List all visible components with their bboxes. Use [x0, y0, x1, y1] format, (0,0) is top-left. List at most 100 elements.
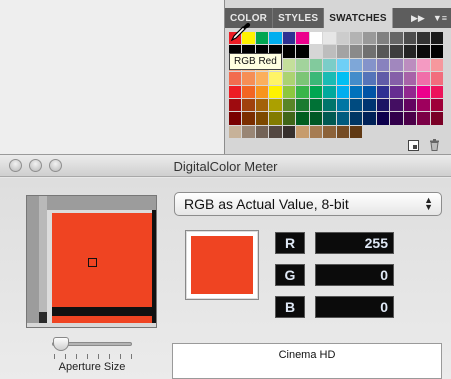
color-swatch-cell[interactable] — [430, 112, 443, 125]
color-swatch-cell[interactable] — [417, 72, 430, 85]
color-swatch-cell[interactable] — [269, 72, 282, 85]
color-swatch-cell[interactable] — [430, 98, 443, 112]
color-swatch-cell[interactable] — [390, 45, 403, 58]
color-swatch-cell[interactable] — [229, 112, 242, 125]
color-swatch-cell[interactable] — [323, 98, 336, 112]
color-swatch-cell[interactable] — [296, 98, 309, 112]
color-swatch-cell[interactable] — [282, 112, 296, 125]
color-swatch-cell[interactable] — [376, 125, 390, 138]
color-swatch-cell[interactable] — [242, 72, 255, 85]
color-swatch-cell[interactable] — [309, 98, 323, 112]
color-swatch-cell[interactable] — [417, 98, 430, 112]
color-swatch-cell[interactable] — [296, 58, 309, 72]
color-swatch-cell[interactable] — [349, 85, 363, 98]
color-swatch-cell[interactable] — [417, 45, 430, 58]
color-swatch-cell[interactable] — [296, 32, 309, 45]
color-swatch-cell[interactable] — [323, 32, 336, 45]
color-swatch-cell[interactable] — [363, 112, 376, 125]
color-swatch-cell[interactable] — [242, 85, 255, 98]
color-swatch-cell[interactable] — [376, 45, 390, 58]
color-swatch-cell[interactable] — [269, 125, 282, 138]
color-swatch-cell[interactable] — [390, 125, 403, 138]
color-swatch-cell[interactable] — [282, 45, 296, 58]
color-swatch-cell[interactable] — [296, 72, 309, 85]
color-swatch-cell[interactable] — [417, 32, 430, 45]
color-swatch-cell[interactable] — [336, 45, 349, 58]
color-swatch-cell[interactable] — [336, 58, 349, 72]
color-swatch-cell[interactable] — [309, 125, 323, 138]
color-swatch-cell[interactable] — [403, 112, 417, 125]
color-swatch-cell[interactable] — [323, 112, 336, 125]
color-swatch-cell[interactable] — [255, 32, 269, 45]
color-swatch-cell[interactable] — [349, 45, 363, 58]
color-swatch-cell[interactable] — [309, 58, 323, 72]
color-swatch-cell[interactable] — [376, 98, 390, 112]
color-swatch-cell[interactable] — [349, 72, 363, 85]
color-swatch-cell[interactable] — [296, 125, 309, 138]
color-swatch-cell[interactable] — [376, 112, 390, 125]
color-swatch-cell[interactable] — [229, 85, 242, 98]
color-swatch-cell[interactable] — [417, 112, 430, 125]
color-swatch-cell[interactable] — [417, 85, 430, 98]
color-swatch-cell[interactable] — [376, 72, 390, 85]
color-swatch-cell[interactable] — [309, 45, 323, 58]
color-swatch-cell[interactable] — [390, 32, 403, 45]
color-swatch-cell[interactable] — [403, 98, 417, 112]
color-swatch-cell[interactable] — [403, 45, 417, 58]
color-swatch-cell[interactable] — [390, 98, 403, 112]
color-swatch-cell[interactable] — [269, 32, 282, 45]
color-swatch-cell[interactable] — [336, 32, 349, 45]
color-swatch-cell[interactable] — [309, 85, 323, 98]
color-swatch-cell[interactable] — [255, 98, 269, 112]
color-swatch-cell[interactable] — [430, 72, 443, 85]
color-swatch-cell[interactable] — [269, 112, 282, 125]
color-swatch-cell[interactable] — [229, 72, 242, 85]
color-swatch-cell[interactable] — [282, 98, 296, 112]
color-swatch-cell[interactable] — [349, 32, 363, 45]
color-swatch-cell[interactable] — [363, 125, 376, 138]
color-swatch-cell[interactable] — [336, 112, 349, 125]
color-swatch-cell[interactable] — [309, 32, 323, 45]
color-swatch-cell[interactable] — [242, 98, 255, 112]
color-swatch-cell[interactable] — [349, 58, 363, 72]
color-swatch-cell[interactable] — [296, 45, 309, 58]
color-swatch-cell[interactable] — [430, 85, 443, 98]
color-swatch-cell[interactable] — [296, 85, 309, 98]
color-swatch-cell[interactable] — [403, 125, 417, 138]
panel-menu-icon[interactable]: ▼≡ — [433, 13, 447, 23]
color-swatch-cell[interactable] — [390, 85, 403, 98]
color-swatch-cell[interactable] — [363, 58, 376, 72]
color-swatch-cell[interactable] — [430, 45, 443, 58]
color-swatch-cell[interactable] — [282, 32, 296, 45]
color-swatch-cell[interactable] — [242, 112, 255, 125]
color-swatch-cell[interactable] — [269, 98, 282, 112]
color-mode-select[interactable]: RGB as Actual Value, 8-bit ▲ ▼ — [174, 192, 442, 216]
color-swatch-cell[interactable] — [363, 72, 376, 85]
color-swatch-cell[interactable] — [323, 45, 336, 58]
color-swatch-cell[interactable] — [282, 85, 296, 98]
color-swatch-cell[interactable] — [417, 125, 430, 138]
color-swatch-cell[interactable] — [430, 32, 443, 45]
tab-styles[interactable]: STYLES — [273, 8, 325, 28]
color-swatch-cell[interactable] — [323, 58, 336, 72]
color-swatch-cell[interactable] — [296, 112, 309, 125]
color-swatch-cell[interactable] — [390, 72, 403, 85]
color-swatch-cell[interactable] — [349, 112, 363, 125]
color-swatch-cell[interactable] — [403, 72, 417, 85]
color-swatch-cell[interactable] — [282, 58, 296, 72]
color-swatch-cell[interactable] — [363, 45, 376, 58]
color-swatch-cell[interactable] — [309, 112, 323, 125]
color-swatch-cell[interactable] — [363, 98, 376, 112]
color-swatch-cell[interactable] — [282, 125, 296, 138]
color-swatch-cell[interactable] — [323, 85, 336, 98]
color-swatch-cell[interactable] — [417, 58, 430, 72]
color-swatch-cell[interactable] — [403, 85, 417, 98]
color-swatch-cell[interactable] — [255, 85, 269, 98]
color-swatch-cell[interactable] — [349, 125, 363, 138]
color-swatch-cell[interactable] — [242, 125, 255, 138]
color-swatch-cell[interactable] — [376, 85, 390, 98]
slider-knob[interactable] — [53, 337, 70, 351]
color-swatch-cell[interactable] — [255, 125, 269, 138]
color-swatch-cell[interactable] — [336, 98, 349, 112]
color-swatch-cell[interactable] — [229, 98, 242, 112]
